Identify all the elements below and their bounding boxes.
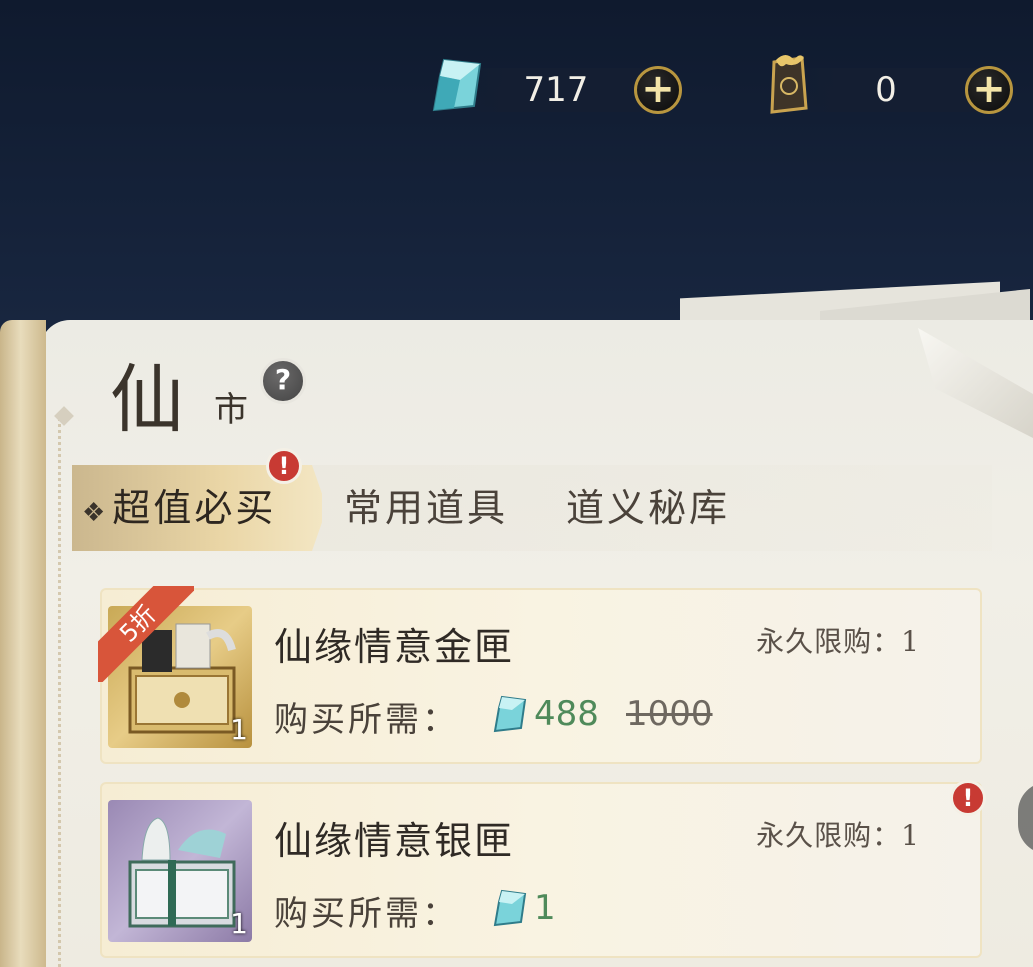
alert-badge-icon: !: [950, 780, 986, 816]
item-count: 1: [230, 713, 248, 746]
item-limit: 永久限购：1: [756, 625, 920, 658]
cost-label: 购买所需：: [274, 894, 459, 934]
item-price: 1: [534, 888, 556, 928]
discount-ribbon: 5折: [98, 586, 194, 682]
plus-icon: +: [641, 65, 675, 112]
shop-item[interactable]: 1 仙缘情意银匣 永久限购：1 购买所需： 1: [100, 782, 982, 958]
title-sub: 市: [214, 390, 248, 430]
tab-secret-vault[interactable]: 道义秘库: [566, 465, 730, 551]
title-main: 仙: [110, 357, 186, 443]
crystal-gem-icon: [432, 58, 482, 112]
shop-item[interactable]: 1 5折 仙缘情意金匣 永久限购：1 购买所需： 488 1000: [98, 586, 982, 764]
token-count: 0: [875, 70, 897, 110]
item-limit: 永久限购：1: [756, 819, 920, 852]
crystal-gem-icon: [493, 889, 527, 927]
item-name: 仙缘情意银匣: [274, 819, 515, 863]
item-name: 仙缘情意金匣: [274, 625, 515, 669]
discount-label: 5折: [98, 586, 194, 682]
tab-strip: ❖ 超值必买 常用道具 道义秘库: [72, 465, 992, 551]
item-count: 1: [230, 907, 248, 940]
tab-label: 超值必买: [112, 486, 277, 530]
silver-chest-icon[interactable]: 1: [108, 800, 252, 942]
item-original-price: 1000: [626, 694, 713, 734]
gold-token-icon: [770, 55, 808, 114]
diamond-icon: ❖: [82, 498, 109, 528]
add-crystal-button[interactable]: +: [634, 66, 682, 114]
help-button[interactable]: ?: [260, 358, 306, 404]
currency-bar: 717 + 0 +: [0, 0, 1033, 180]
cost-label: 购买所需：: [274, 700, 459, 740]
crystal-gem-icon: [493, 695, 527, 733]
plus-icon: +: [972, 65, 1006, 112]
book-spine: [0, 320, 46, 967]
crystal-count: 717: [523, 70, 589, 110]
item-price: 488: [534, 694, 599, 734]
tab-common-items[interactable]: 常用道具: [344, 465, 508, 551]
alert-badge-icon: !: [266, 448, 302, 484]
add-token-button[interactable]: +: [965, 66, 1013, 114]
